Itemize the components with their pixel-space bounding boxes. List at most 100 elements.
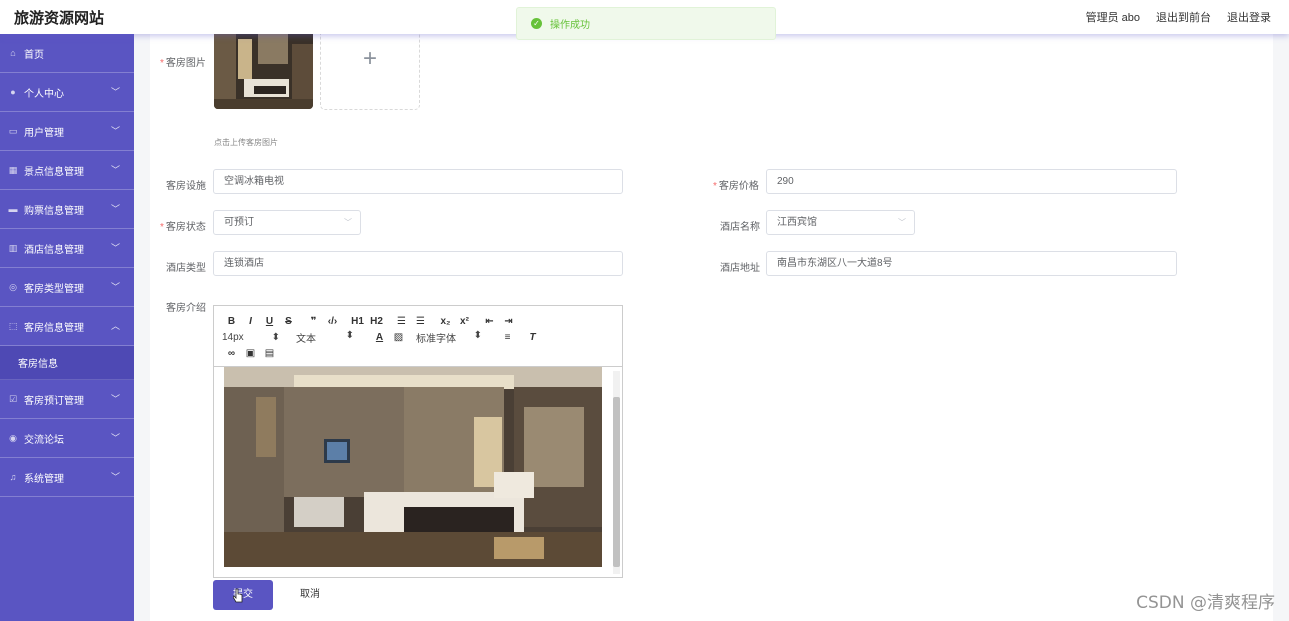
plus-icon: +: [362, 45, 377, 72]
chevron-down-icon: ﹀: [110, 87, 120, 97]
bullet-list-icon[interactable]: ☰: [411, 316, 430, 327]
submit-button[interactable]: 提交: [213, 580, 273, 610]
font-family-select[interactable]: 标准字体 ⬍: [416, 330, 482, 345]
chevron-down-icon: ﹀: [110, 394, 120, 404]
clear-format-icon[interactable]: T: [523, 332, 542, 343]
sidebar-item-hotel-management[interactable]: ▥ 酒店信息管理 ﹀: [0, 229, 134, 268]
sidebar-item-room-booking-management[interactable]: ☑ 客房预订管理 ﹀: [0, 380, 134, 419]
sidebar-item-label: 酒店信息管理: [24, 244, 84, 256]
chevron-down-icon: ﹀: [110, 126, 120, 136]
sidebar-item-label: 客房类型管理: [24, 283, 84, 295]
bold-button[interactable]: B: [222, 316, 241, 327]
sidebar-item-ticket-management[interactable]: ▬ 购票信息管理 ﹀: [0, 190, 134, 229]
sidebar-item-home[interactable]: ⌂ 首页: [0, 34, 134, 73]
chevron-down-icon: ﹀: [110, 472, 120, 482]
facility-label: 客房设施: [166, 181, 206, 192]
user-icon: ●: [10, 87, 16, 97]
outdent-icon[interactable]: ⇤: [480, 316, 499, 327]
chevron-down-icon: ﹀: [110, 165, 120, 175]
sidebar-item-user-management[interactable]: ▭ 用户管理 ﹀: [0, 112, 134, 151]
ticket-icon: ▬: [8, 204, 18, 214]
paragraph-select[interactable]: 文本 ⬍: [296, 330, 354, 345]
upload-add-button[interactable]: +: [320, 34, 420, 110]
price-label: * 客房价格: [713, 177, 759, 192]
font-size-select[interactable]: 14px ⬍: [222, 332, 280, 343]
logout-link[interactable]: 退出登录: [1227, 9, 1271, 25]
heading2-button[interactable]: H2: [367, 316, 386, 327]
hotel-address-input[interactable]: 南昌市东湖区八一大道8号: [766, 251, 1177, 276]
sidebar-item-label: 系统管理: [24, 473, 64, 485]
superscript-button[interactable]: x²: [455, 316, 474, 327]
editor-scrollbar[interactable]: [613, 371, 620, 574]
heading1-button[interactable]: H1: [348, 316, 367, 327]
room-image-label: * 客房图片: [160, 54, 206, 69]
editor-scrollbar-thumb[interactable]: [613, 397, 620, 567]
link-icon[interactable]: ∞: [222, 348, 241, 359]
sidebar-item-personal-center[interactable]: ● 个人中心 ﹀: [0, 73, 134, 112]
hotel-name-select-value: 江西宾馆: [777, 217, 817, 228]
chat-icon: ▭: [8, 125, 18, 136]
video-icon[interactable]: ▤: [260, 348, 279, 359]
header-links: 管理员 abo 退出到前台 退出登录: [1086, 9, 1271, 25]
updown-icon: ⬍: [271, 331, 280, 343]
indent-icon[interactable]: ⇥: [499, 316, 518, 327]
status-select[interactable]: 可预订 ﹀: [213, 210, 361, 235]
chevron-down-icon: ﹀: [110, 282, 120, 292]
back-to-frontend-link[interactable]: 退出到前台: [1156, 9, 1211, 25]
watermark: CSDN @清爽程序: [1136, 593, 1275, 613]
circle-icon: ◎: [9, 281, 17, 292]
hotel-type-input[interactable]: 连锁酒店: [213, 251, 623, 276]
editor-content[interactable]: [214, 367, 622, 577]
cancel-button[interactable]: 取消: [282, 580, 338, 610]
sidebar-item-label: 购票信息管理: [24, 205, 84, 217]
toast-message: 操作成功: [550, 20, 590, 31]
site-title: 旅游资源网站: [14, 9, 105, 27]
strike-button[interactable]: S: [279, 316, 298, 327]
sidebar-subitem-room-info[interactable]: 客房信息: [0, 346, 134, 380]
status-label: * 客房状态: [160, 218, 206, 233]
subscript-button[interactable]: x₂: [436, 316, 455, 327]
chevron-down-icon: ﹀: [110, 204, 120, 214]
hotel-name-select[interactable]: 江西宾馆 ﹀: [766, 210, 915, 235]
home-icon: ⌂: [10, 48, 16, 58]
grid-icon: ▦: [8, 164, 18, 175]
chevron-down-icon: ﹀: [110, 243, 120, 253]
sidebar-item-label: 景点信息管理: [24, 166, 84, 178]
sidebar-item-label: 用户管理: [24, 127, 64, 139]
ordered-list-icon[interactable]: ☰: [392, 316, 411, 327]
image-icon[interactable]: ▣: [241, 348, 260, 359]
italic-button[interactable]: I: [241, 316, 260, 327]
success-toast: ✓ 操作成功: [516, 7, 776, 40]
blockquote-icon[interactable]: ❞: [304, 316, 323, 327]
align-icon[interactable]: ≡: [498, 332, 517, 343]
mic-icon: ♫: [9, 472, 17, 482]
price-input[interactable]: 290: [766, 169, 1177, 194]
room-image-thumbnail[interactable]: [214, 34, 313, 109]
sidebar-item-room-type-management[interactable]: ◎ 客房类型管理 ﹀: [0, 268, 134, 307]
status-select-value: 可预订: [224, 217, 254, 228]
paragraph-value: 文本: [296, 333, 316, 345]
facility-input[interactable]: 空调冰箱电视: [213, 169, 623, 194]
sidebar-item-label: 个人中心: [24, 88, 64, 100]
underline-button[interactable]: U: [260, 316, 279, 327]
hand-cursor-icon: [233, 588, 243, 603]
background-color-icon[interactable]: ▨: [389, 332, 408, 343]
required-mark: *: [160, 222, 164, 233]
sidebar: ⌂ 首页 ● 个人中心 ﹀ ▭ 用户管理 ﹀ ▦ 景点信息管理 ﹀ ▬ 购票信息…: [0, 34, 134, 621]
sidebar-item-system-management[interactable]: ♫ 系统管理 ﹀: [0, 458, 134, 497]
building-icon: ▥: [8, 242, 18, 253]
font-color-icon[interactable]: A: [370, 332, 389, 343]
sidebar-item-forum[interactable]: ◉ 交流论坛 ﹀: [0, 419, 134, 458]
font-size-value: 14px: [222, 331, 244, 343]
status-label-text: 客房状态: [165, 222, 206, 233]
upload-tip: 点击上传客房图片: [214, 138, 278, 147]
sidebar-item-attraction-management[interactable]: ▦ 景点信息管理 ﹀: [0, 151, 134, 190]
sidebar-item-label: 客房信息管理: [24, 322, 84, 334]
code-block-icon[interactable]: ‹/›: [323, 316, 342, 327]
check-icon: ☑: [8, 393, 18, 404]
hotel-type-label: 酒店类型: [166, 263, 206, 274]
hotel-room-photo: [214, 34, 313, 109]
rich-text-editor: B I U S ❞ ‹/› H1 H2 ☰ ☰ x₂ x² ⇤ ⇥ 14px ⬍ …: [213, 305, 623, 578]
sidebar-item-room-info-management[interactable]: ⬚ 客房信息管理 ︿: [0, 307, 134, 346]
price-label-text: 客房价格: [718, 181, 759, 192]
